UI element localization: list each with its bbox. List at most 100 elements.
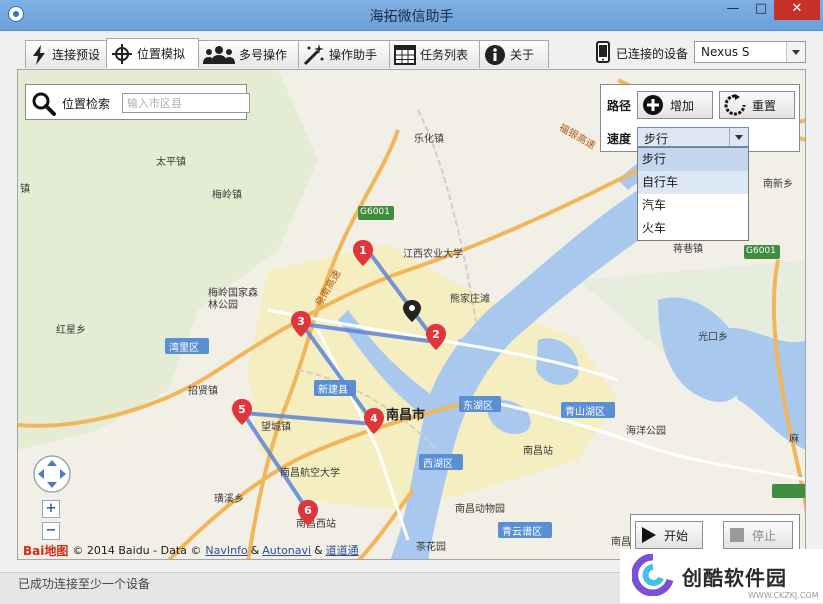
speed-dropdown-list: 步行 自行车 汽车 火车 [637,147,749,241]
stop-label: 停止 [752,528,777,543]
map-label: 南昌 [611,537,631,548]
speed-select-value: 步行 [644,132,669,146]
zoom-in-button[interactable]: + [42,500,60,518]
watermark-text: 创酷软件园 [682,565,787,590]
magic-wand-icon [303,43,325,66]
map-label: 招贤镇 [188,386,218,397]
status-text: 已成功连接至少一个设备 [18,577,151,591]
location-search-panel: 位置检索 [25,84,250,120]
info-icon [484,44,506,66]
route-marker-label: 1 [359,244,367,257]
maximize-icon: □ [754,1,768,16]
map-label: 蒋巷镇 [673,244,703,255]
stop-icon [728,526,746,544]
map-label: 璜溪乡 [214,494,244,505]
map-label: 光口乡 [698,332,728,343]
route-panel: 路径 增加 重置 速度 步行 [600,84,800,152]
tab-connect-preset[interactable]: 连接预设 [25,40,107,68]
daodao-link[interactable]: 道道通 [326,542,359,558]
map-label-city: 南昌市 [386,408,426,423]
main-tab-bar: 连接预设 位置模拟 多号操作 操作助手 任务列表 关于 [25,38,549,68]
route-marker-label: 4 [370,412,378,425]
reset-route-label: 重置 [752,98,777,113]
map-label: 海洋公园 [626,426,666,437]
minimize-icon: — [726,1,740,16]
speed-select[interactable]: 步行 [637,127,749,147]
device-select[interactable]: Nexus S [694,41,806,63]
title-bar: 海拓微信助手 — □ ✕ [0,0,823,31]
route-marker-label: 2 [432,328,440,341]
highway-shield: G6001 [746,246,776,256]
speed-option-train[interactable]: 火车 [638,217,748,240]
pan-control-icon[interactable] [32,454,72,494]
baidu-logo: Bai地图 [23,543,69,558]
map-label: 麻 [789,434,799,445]
close-button[interactable]: ✕ [774,0,820,20]
map-label: 红星乡 [56,325,86,336]
autonavi-link[interactable]: Autonavi [262,544,311,557]
map-label-road: 福银高速 [556,122,598,152]
map-label: 南新乡 [763,179,793,190]
watermark-url: WWW.CKZKJ.COM [748,591,819,600]
plus-circle-icon [642,94,664,116]
tab-label: 连接预设 [51,48,100,62]
tab-label: 多号操作 [239,48,288,62]
search-input[interactable] [122,93,250,113]
attribution-amp: & [314,543,323,557]
map-label: 熊家庄滩 [450,294,490,305]
tab-label: 关于 [510,48,535,62]
reset-route-button[interactable]: 重置 [719,91,795,119]
site-watermark: 创酷软件园 WWW.CKZKJ.COM [620,549,823,603]
map-label-road: 泉南高速 [313,268,344,309]
attribution-prefix: © 2014 Baidu - Data © [72,543,202,557]
map-label: 太平镇 [156,157,186,168]
tab-task-list[interactable]: 任务列表 [389,40,480,68]
speed-option-bike[interactable]: 自行车 [638,171,748,194]
tab-label: 操作助手 [329,48,378,62]
tab-label: 任务列表 [420,48,469,62]
map-label-district: 西湖区 [423,459,453,470]
tab-operation-helper[interactable]: 操作助手 [298,40,390,68]
device-select-value: Nexus S [701,45,750,59]
add-point-label: 增加 [670,98,695,113]
route-label: 路径 [607,99,632,113]
speed-option-car[interactable]: 汽车 [638,194,748,217]
navinfo-link[interactable]: NavInfo [205,544,247,557]
highway-shield: G6001 [360,207,390,217]
map-attribution: Bai地图 © 2014 Baidu - Data © NavInfo & Au… [23,542,359,558]
add-point-button[interactable]: 增加 [637,91,713,119]
start-label: 开始 [664,528,689,543]
phone-icon [596,40,610,66]
chevron-down-icon [729,128,748,146]
refresh-icon [724,94,746,116]
tab-about[interactable]: 关于 [479,40,549,68]
lightning-icon [30,44,48,66]
tab-multi-account[interactable]: 多号操作 [198,40,299,68]
window-title: 海拓微信助手 [369,9,454,25]
route-marker-label: 6 [304,504,312,517]
stop-button[interactable]: 停止 [723,521,793,549]
search-label: 位置检索 [62,97,111,111]
device-label: 已连接的设备 [616,46,689,61]
search-icon [32,92,56,119]
start-button[interactable]: 开始 [635,521,703,549]
map-label-district: 湾里区 [169,343,199,354]
map-label-district: 青云谱区 [502,527,542,538]
speed-label: 速度 [607,132,632,146]
chevron-down-icon [786,42,805,62]
play-icon [640,526,658,544]
zoom-out-button[interactable]: − [42,522,60,540]
minimize-button[interactable]: — [718,0,748,20]
users-icon [203,44,235,66]
speed-option-walk[interactable]: 步行 [638,148,748,171]
route-marker-label: 3 [297,315,305,328]
map-view[interactable]: 乐化镇 太平镇 梅岭镇 镇 江西农业大学 熊家庄滩 梅岭国家森林公园 红星乡 湾… [17,69,806,560]
table-icon [394,44,416,66]
tab-location-sim[interactable]: 位置模拟 [106,38,199,68]
map-label: 乐化镇 [414,134,444,145]
maximize-button[interactable]: □ [748,0,774,20]
crosshair-icon [111,43,133,65]
map-nav-controls: + − [32,454,72,540]
map-label: 南昌动物园 [455,504,505,515]
map-label: 镇 [20,184,30,195]
